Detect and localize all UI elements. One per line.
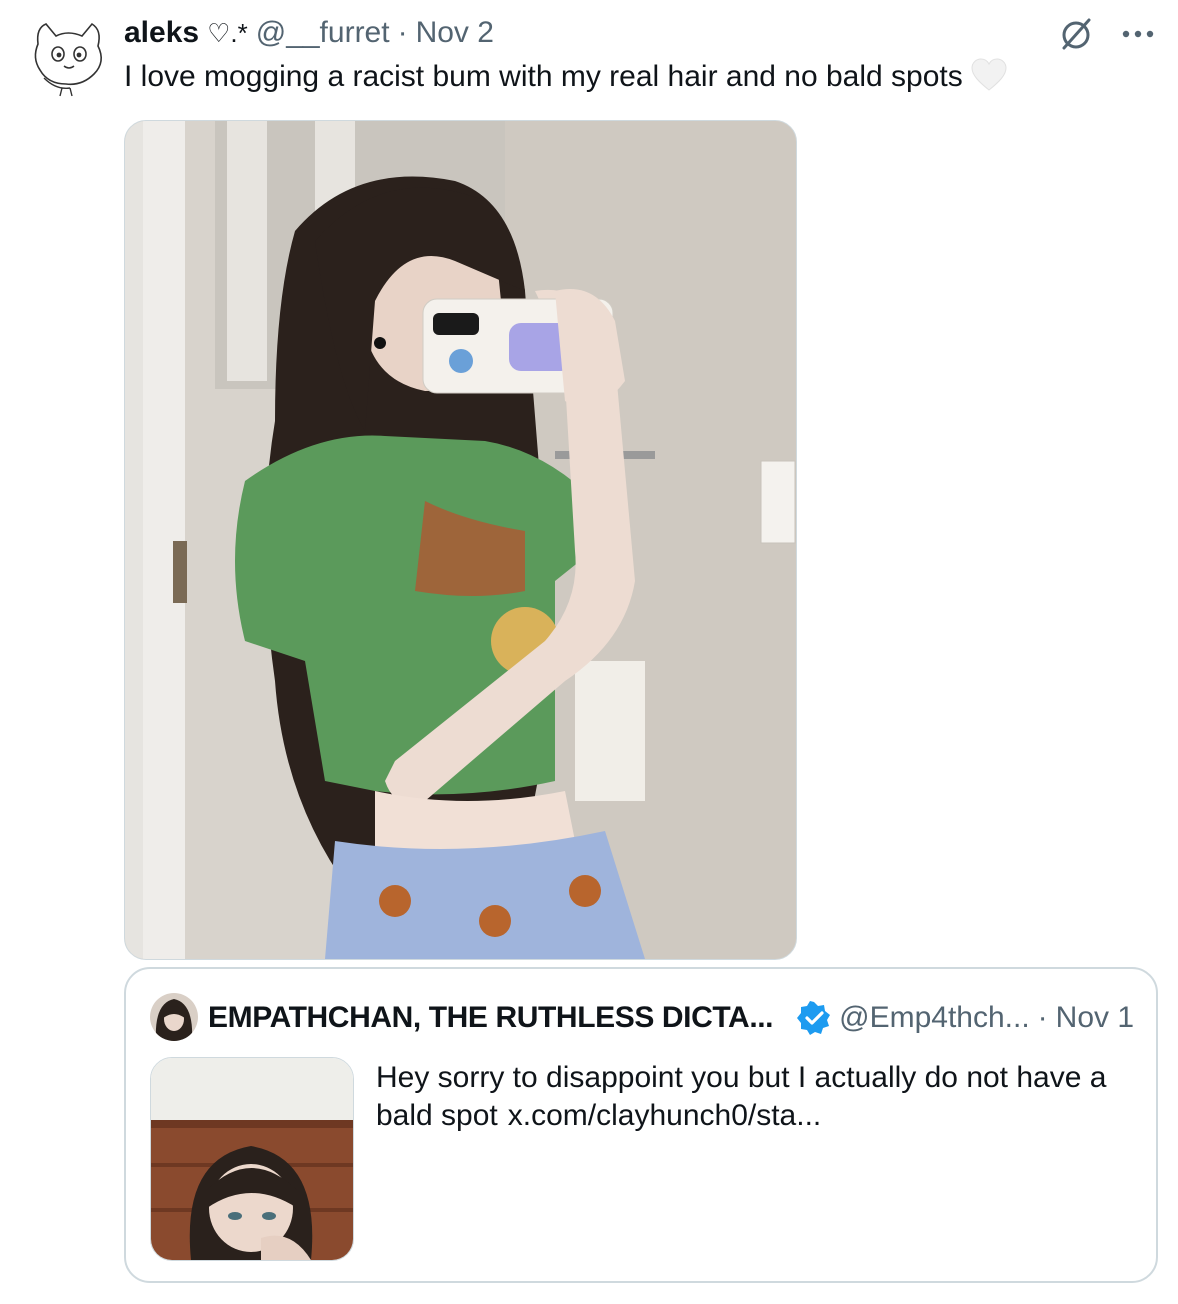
author-handle[interactable]: @__furret [256,16,390,50]
quoted-tweet-text: Hey sorry to disappoint you but I actual… [376,1059,1146,1135]
tweet-text: I love mogging a racist bum with my real… [124,58,1007,96]
quoted-author-handle[interactable]: @Emp4thch... [839,1001,1030,1035]
quoted-tweet-header: EMPATHCHAN, THE RUTHLESS DICTA... @Emp4t… [208,997,1134,1039]
quoted-text-line-2: bald spot x.com/clayhunch0/sta... [376,1097,1146,1135]
quoted-author-avatar[interactable] [150,993,198,1041]
separator-dot: · [397,16,408,49]
separator-dot: · [1037,1001,1048,1034]
author-display-name[interactable]: aleks [124,16,199,50]
quoted-text-line-2-content: bald spot [376,1099,498,1132]
verified-badge-icon [797,1001,831,1035]
quoted-tweet-photo[interactable] [150,1057,354,1261]
tweet-actions [1056,14,1158,54]
tweet-date[interactable]: Nov 2 [416,16,494,50]
author-avatar[interactable] [26,14,110,98]
tweet-text-content: I love mogging a racist bum with my real… [124,60,963,93]
quoted-tweet-link[interactable]: x.com/clayhunch0/sta... [508,1099,821,1132]
tweet-photo[interactable] [124,120,797,960]
quoted-tweet[interactable]: EMPATHCHAN, THE RUTHLESS DICTA... @Emp4t… [124,967,1158,1283]
white-heart-icon [971,58,1007,92]
quoted-tweet-date[interactable]: Nov 1 [1056,1001,1134,1035]
more-icon[interactable] [1118,14,1158,54]
tweet: aleks ♡.* @__furret · Nov 2 I love moggi… [0,0,1178,1304]
name-decoration: ♡.* [207,17,248,48]
quoted-text-line-1: Hey sorry to disappoint you but I actual… [376,1061,1107,1094]
quoted-author-display-name[interactable]: EMPATHCHAN, THE RUTHLESS DICTA... [208,1001,774,1035]
grok-icon[interactable] [1056,14,1096,54]
tweet-header: aleks ♡.* @__furret · Nov 2 [124,14,494,52]
